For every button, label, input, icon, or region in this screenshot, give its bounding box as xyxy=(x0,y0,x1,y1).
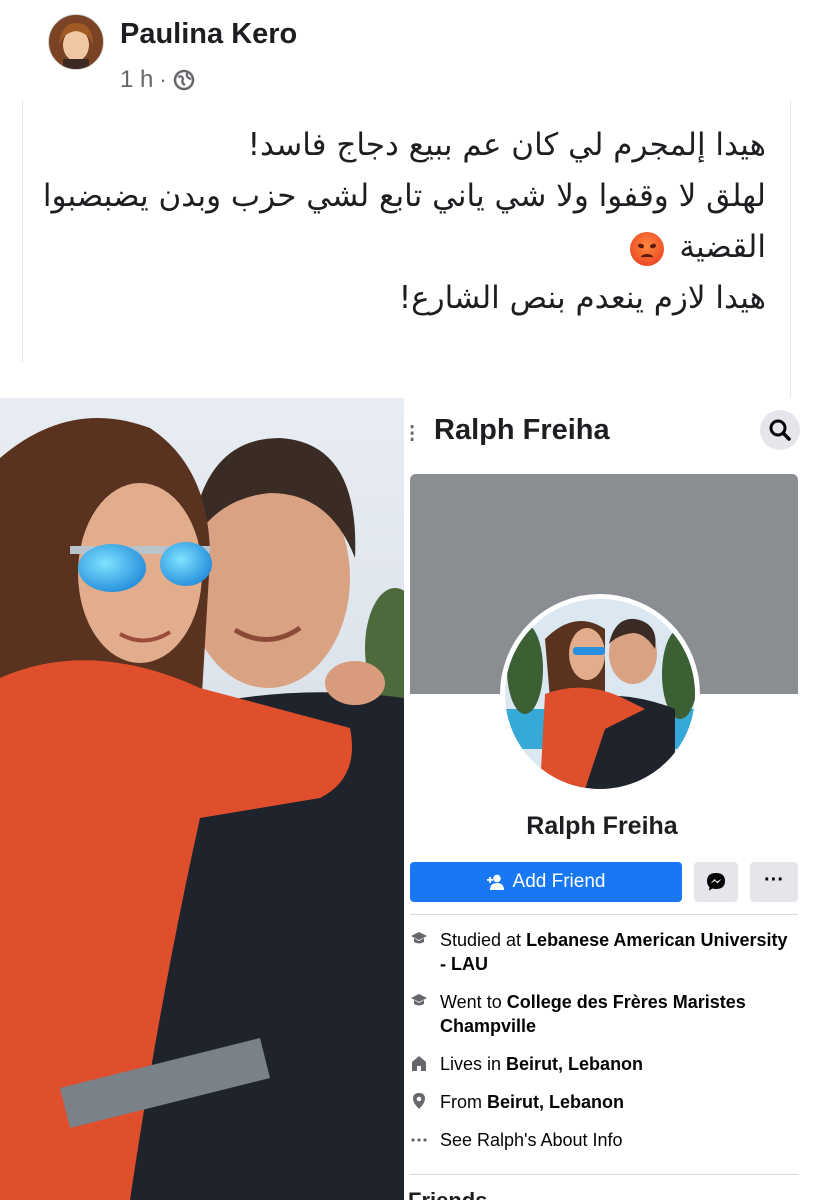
divider xyxy=(410,1174,798,1175)
card-border-right xyxy=(790,100,791,400)
add-person-icon xyxy=(486,874,504,890)
graduation-cap-icon xyxy=(410,992,428,1010)
messenger-button[interactable] xyxy=(694,862,738,902)
graduation-cap-icon xyxy=(410,930,428,948)
info-item-from: From Beirut, Lebanon xyxy=(410,1090,798,1114)
author-name[interactable]: Paulina Kero xyxy=(120,18,297,51)
post-text-line: هيدا إلمجرم لي كان عم ببيع دجاج فاسد! xyxy=(247,127,766,163)
home-icon xyxy=(410,1054,428,1072)
post-text-line: لهلق لا وقفوا ولا شي ياني تابع لشي حزب و… xyxy=(42,178,766,214)
globe-icon[interactable] xyxy=(173,69,195,91)
add-friend-button[interactable]: Add Friend xyxy=(410,862,682,902)
info-prefix: Went to xyxy=(440,992,507,1012)
profile-top-name: Ralph Freiha xyxy=(434,414,610,446)
about-info-link[interactable]: See Ralph's About Info xyxy=(440,1130,623,1150)
search-icon xyxy=(769,419,791,441)
info-prefix: Studied at xyxy=(440,930,527,950)
info-prefix: From xyxy=(440,1092,487,1112)
more-options-button[interactable]: ··· xyxy=(750,862,798,902)
post-text-line-content: القضية xyxy=(679,229,766,265)
add-friend-label: Add Friend xyxy=(512,871,606,892)
angry-face-icon xyxy=(629,231,664,266)
more-dots-icon xyxy=(410,1130,428,1148)
info-item-lives-in: Lives in Beirut, Lebanon xyxy=(410,1052,798,1076)
profile-picture-image xyxy=(505,599,695,789)
author-avatar[interactable] xyxy=(48,14,104,70)
search-button[interactable] xyxy=(760,410,800,450)
card-border-left xyxy=(22,100,23,362)
profile-name: Ralph Freiha xyxy=(526,812,678,840)
friends-heading: Friends xyxy=(408,1188,487,1200)
info-item-school: Went to College des Frères Maristes Cham… xyxy=(410,990,798,1038)
post-text-line: القضية xyxy=(40,222,766,273)
info-item-education: Studied at Lebanese American University … xyxy=(410,928,798,976)
messenger-icon xyxy=(707,873,725,891)
divider xyxy=(410,914,798,915)
info-item-about-link[interactable]: See Ralph's About Info xyxy=(410,1128,798,1152)
info-value-link[interactable]: Beirut, Lebanon xyxy=(506,1054,643,1074)
profile-picture[interactable] xyxy=(500,594,700,794)
couple-photo-image xyxy=(0,398,404,1200)
post-text-line: هيدا لازم ينعدم بنص الشارع! xyxy=(398,280,766,316)
back-icon[interactable]: ⁝ xyxy=(408,418,416,449)
location-pin-icon xyxy=(410,1092,428,1110)
post-timestamp[interactable]: 1 h xyxy=(120,66,153,94)
profile-screenshot: ⁝ Ralph Freiha Ralph Freiha Add Friend ·… xyxy=(404,398,814,1200)
info-prefix: Lives in xyxy=(440,1054,507,1074)
intro-info-list: Studied at Lebanese American University … xyxy=(410,928,798,1166)
author-avatar-image xyxy=(49,15,103,69)
profile-top-bar: ⁝ Ralph Freiha xyxy=(404,410,814,454)
post-photo[interactable] xyxy=(0,398,404,1200)
post-meta: 1 h · xyxy=(120,66,195,94)
post-text: هيدا إلمجرم لي كان عم ببيع دجاج فاسد! له… xyxy=(40,120,766,324)
info-value-link[interactable]: Beirut, Lebanon xyxy=(487,1092,624,1112)
post-header: Paulina Kero 1 h · xyxy=(48,14,788,94)
meta-separator: · xyxy=(159,67,167,92)
